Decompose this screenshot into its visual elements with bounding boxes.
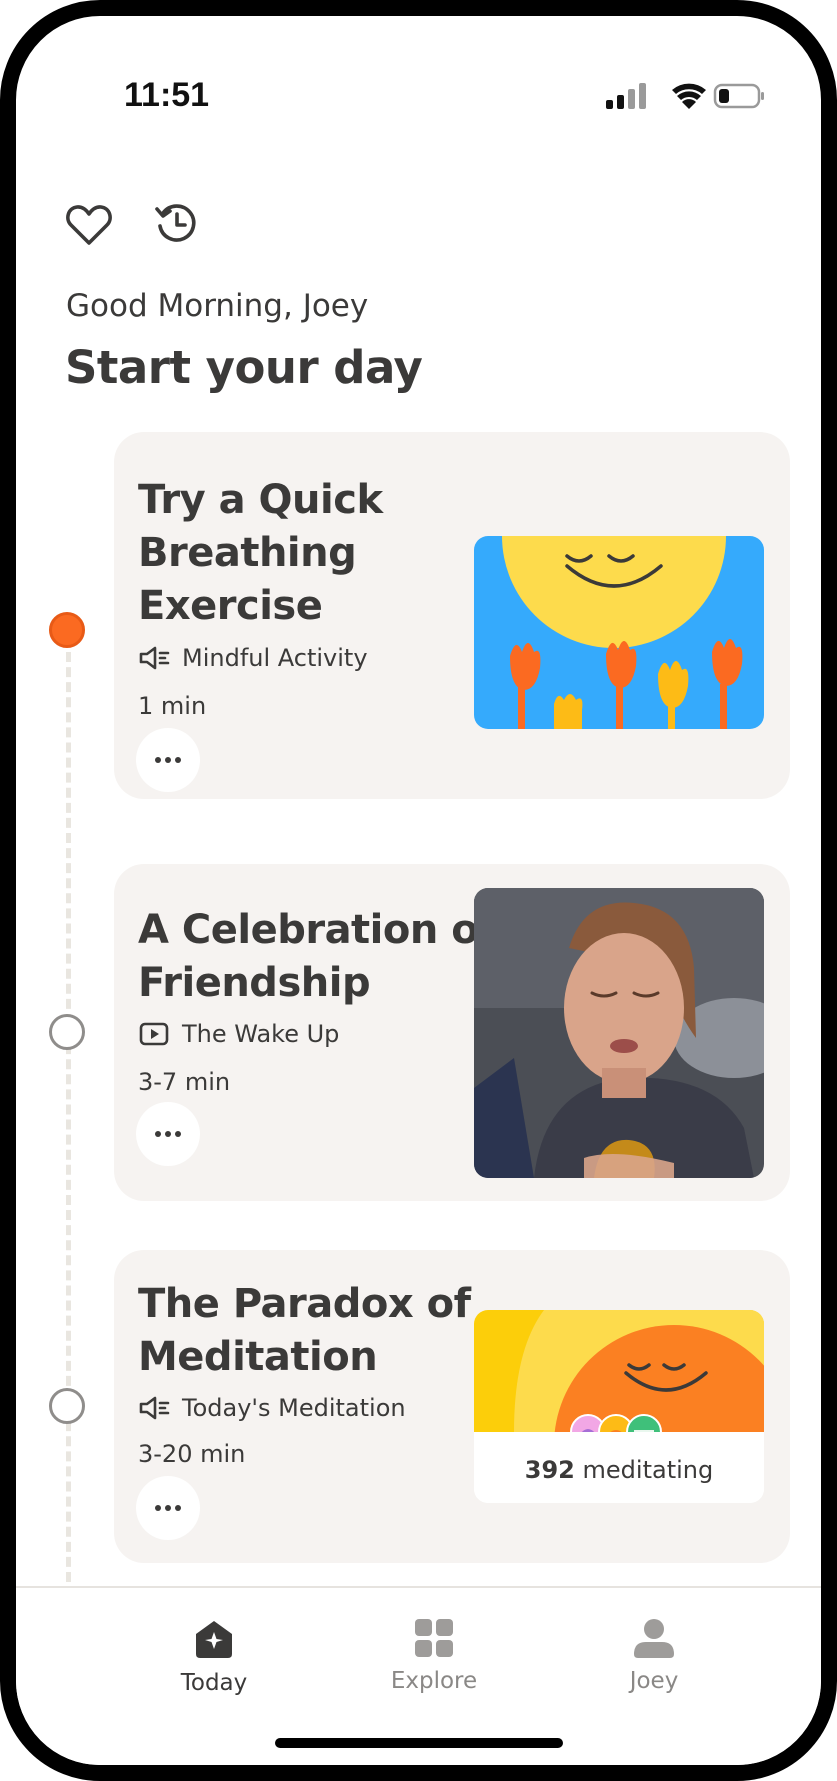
meditation-thumbnail[interactable]: 392 meditating <box>474 1310 764 1503</box>
tab-label: Explore <box>390 1668 478 1694</box>
card-paradox-meditation[interactable]: The Paradox of Meditation Today's Medita… <box>114 1250 790 1563</box>
tab-bar: Today Explore Joey <box>16 1586 821 1765</box>
more-icon <box>155 1505 181 1511</box>
heart-icon[interactable] <box>66 204 112 250</box>
card-title-line: Try a Quick <box>138 477 383 523</box>
card-title: Try a Quick Breathing Exercise <box>138 474 468 633</box>
tab-profile[interactable]: Joey <box>574 1618 734 1694</box>
card-celebration-friendship[interactable]: A Celebration of Friendship The Wake Up … <box>114 864 790 1201</box>
battery-icon <box>713 83 764 109</box>
person-icon <box>634 1619 674 1658</box>
timeline-line <box>66 652 71 1582</box>
card-category-label: The Wake Up <box>182 1020 340 1048</box>
card-category: The Wake Up <box>138 1020 339 1048</box>
home-indicator[interactable] <box>275 1738 563 1748</box>
card-category: Mindful Activity <box>138 644 368 672</box>
tab-today[interactable]: Today <box>134 1618 294 1696</box>
card-title: A Celebration of Friendship <box>138 904 496 1010</box>
card-title: The Paradox of Meditation <box>138 1278 478 1384</box>
video-icon <box>139 1022 169 1046</box>
tab-label: Today <box>180 1670 248 1696</box>
meditating-count: 392 meditating <box>474 1432 764 1503</box>
more-options-button[interactable] <box>136 728 200 792</box>
card-category-label: Today's Meditation <box>182 1394 406 1422</box>
card-title-line: A Celebration of <box>138 907 496 953</box>
meditating-number: 392 <box>524 1456 575 1484</box>
home-star-icon <box>196 1621 232 1658</box>
card-duration: 3-7 min <box>138 1068 231 1096</box>
card-title-line: Meditation <box>138 1334 378 1380</box>
card-title-line: Friendship <box>138 960 371 1006</box>
signal-icon <box>606 83 646 109</box>
timeline-dot <box>49 1014 85 1050</box>
status-icons <box>606 82 766 112</box>
card-title-line: Exercise <box>138 583 323 629</box>
card-category: Today's Meditation <box>138 1394 406 1422</box>
more-icon <box>155 1131 181 1137</box>
timeline-dot-active <box>49 612 85 648</box>
card-title-line: Breathing <box>138 530 357 576</box>
video-thumbnail[interactable] <box>474 888 764 1178</box>
more-options-button[interactable] <box>136 1476 200 1540</box>
tab-label: Joey <box>629 1668 679 1694</box>
history-icon[interactable] <box>154 201 200 251</box>
grid-icon <box>415 1619 453 1657</box>
page-title: Start your day <box>65 341 423 394</box>
more-options-button[interactable] <box>136 1102 200 1166</box>
phone-frame: 11:51 Good Morning, Joey Start your day … <box>0 0 837 1781</box>
card-duration: 3-20 min <box>138 1440 246 1468</box>
audio-icon <box>139 1396 170 1420</box>
breathing-illustration <box>474 536 764 729</box>
card-duration: 1 min <box>138 692 207 720</box>
wifi-icon <box>672 83 706 109</box>
tab-explore[interactable]: Explore <box>354 1618 514 1694</box>
card-breathing-exercise[interactable]: Try a Quick Breathing Exercise Mindful A… <box>114 432 790 799</box>
meditating-label: meditating <box>582 1456 714 1484</box>
more-icon <box>155 757 181 763</box>
card-title-line: The Paradox of <box>138 1281 471 1327</box>
status-time: 11:51 <box>124 76 210 114</box>
greeting: Good Morning, Joey <box>66 288 369 324</box>
audio-icon <box>139 646 170 670</box>
card-category-label: Mindful Activity <box>182 644 368 672</box>
timeline-dot <box>49 1388 85 1424</box>
